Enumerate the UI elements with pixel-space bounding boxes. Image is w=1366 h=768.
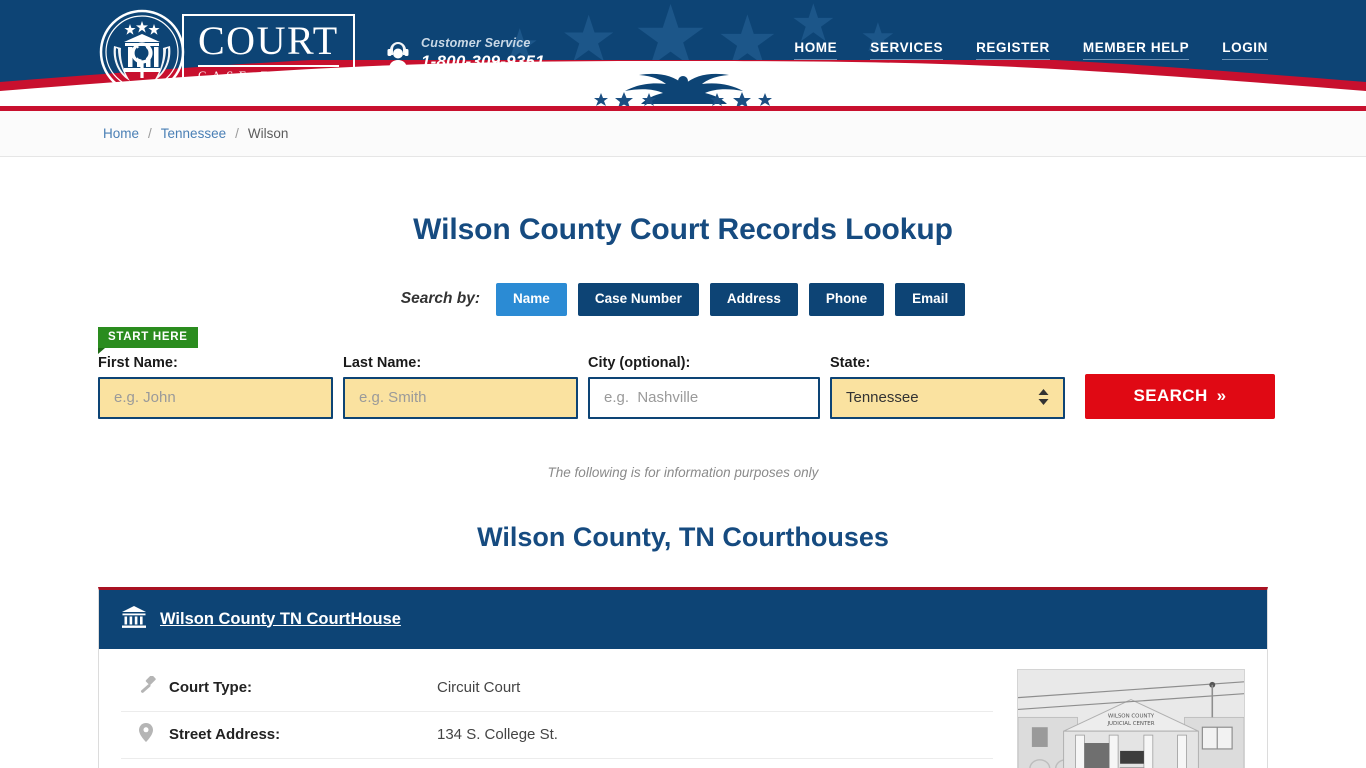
customer-service-phone[interactable]: 1-800-309-9351 [421, 51, 545, 72]
breadcrumb-current-wilson: Wilson [247, 126, 289, 141]
logo-wordmark: COURT CASE FINDER [182, 13, 355, 91]
svg-text:JUDICIAL CENTER: JUDICIAL CENTER [1106, 721, 1154, 727]
nav-item-services[interactable]: SERVICES [870, 40, 944, 60]
customer-service-label: Customer Service [421, 36, 531, 50]
breadcrumb-separator: / [235, 126, 239, 141]
row-label: Court Type: [169, 679, 253, 696]
row-value: 134 S. College St. [437, 726, 558, 743]
courthouse-detail-rows: Court Type: Circuit Court Street Address… [121, 665, 993, 768]
state-select[interactable]: Tennessee [830, 376, 1065, 419]
table-row: City: Lebanon [121, 759, 993, 768]
first-name-input[interactable] [98, 376, 333, 419]
breadcrumb-tennessee[interactable]: Tennessee [161, 126, 226, 141]
courthouse-card-body: Court Type: Circuit Court Street Address… [99, 649, 1267, 768]
disclaimer-text: The following is for information purpose… [547, 464, 819, 480]
courthouse-photo: WILSON COUNTY JUDICIAL CENTER [1017, 668, 1245, 768]
table-row: Street Address: 134 S. College St. [121, 712, 993, 759]
state-select-value: Tennessee [846, 389, 919, 406]
state-field-group: State: Tennessee [830, 355, 1065, 419]
table-row: Court Type: Circuit Court [121, 665, 993, 712]
courthouse-link[interactable]: Wilson County TN CourtHouse [160, 610, 401, 629]
search-button[interactable]: SEARCH » [1085, 373, 1275, 419]
page-title: Wilson County Court Records Lookup [413, 213, 953, 246]
courthouse-card-header: Wilson County TN CourtHouse [99, 589, 1267, 649]
svg-text:WILSON COUNTY: WILSON COUNTY [1108, 713, 1155, 719]
state-label: State: [830, 354, 871, 371]
first-name-label: First Name: [98, 354, 178, 371]
breadcrumb-bar: Home / Tennessee / Wilson [0, 111, 1366, 157]
tab-case-number[interactable]: Case Number [577, 283, 699, 316]
last-name-field-group: Last Name: [343, 355, 578, 419]
logo-divider [198, 64, 339, 67]
courthouse-bank-icon [121, 605, 147, 634]
city-field-group: City (optional): [588, 355, 820, 419]
map-pin-icon [139, 722, 169, 747]
nav-item-home[interactable]: HOME [794, 40, 838, 60]
row-label: Street Address: [169, 726, 281, 743]
breadcrumb-separator: / [148, 126, 152, 141]
main-content: Wilson County Court Records Lookup Searc… [0, 213, 1366, 768]
city-label: City (optional): [588, 354, 691, 371]
logo-subtitle: CASE FINDER [198, 68, 339, 83]
last-name-input[interactable] [343, 376, 578, 419]
nav-item-login[interactable]: LOGIN [1222, 40, 1268, 60]
nav-item-member-help[interactable]: MEMBER HELP [1082, 40, 1190, 60]
courthouse-card: Wilson County TN CourtHouse Court Type: [98, 586, 1268, 768]
gavel-icon [139, 674, 169, 700]
tab-email[interactable]: Email [895, 283, 966, 316]
last-name-label: Last Name: [343, 354, 422, 371]
chevron-updown-icon [1038, 389, 1049, 406]
main-navigation: HOME SERVICES REGISTER MEMBER HELP LOGIN [794, 40, 1268, 60]
logo-title: COURT [198, 17, 339, 63]
breadcrumb: Home / Tennessee / Wilson [103, 126, 288, 141]
search-by-label: Search by: [400, 290, 481, 308]
section-title: Wilson County, TN Courthouses [477, 521, 889, 552]
start-here-badge: START HERE [98, 326, 198, 354]
first-name-field-group: First Name: [98, 355, 333, 419]
row-value: Circuit Court [437, 679, 521, 696]
nav-item-register[interactable]: REGISTER [976, 40, 1050, 60]
double-chevron-right-icon: » [1216, 386, 1227, 405]
city-input[interactable] [588, 376, 820, 419]
customer-service-block[interactable]: Customer Service 1-800-309-9351 [384, 36, 545, 72]
site-logo[interactable]: COURT CASE FINDER [98, 8, 355, 96]
breadcrumb-home[interactable]: Home [103, 126, 139, 141]
site-header: ★ ★ ★ ★ ★ ★ COURT CASE FINDER Customer S… [0, 0, 1366, 106]
headset-agent-icon [384, 39, 412, 70]
search-form: START HERE First Name: Last Name: City (… [0, 326, 1366, 447]
tab-name[interactable]: Name [496, 283, 567, 316]
search-by-tabs: Search by: Name Case Number Address Phon… [0, 283, 1366, 316]
tab-address[interactable]: Address [709, 283, 798, 316]
tab-phone[interactable]: Phone [808, 283, 885, 316]
search-button-label: SEARCH [1133, 386, 1208, 405]
court-seal-icon [98, 8, 186, 96]
